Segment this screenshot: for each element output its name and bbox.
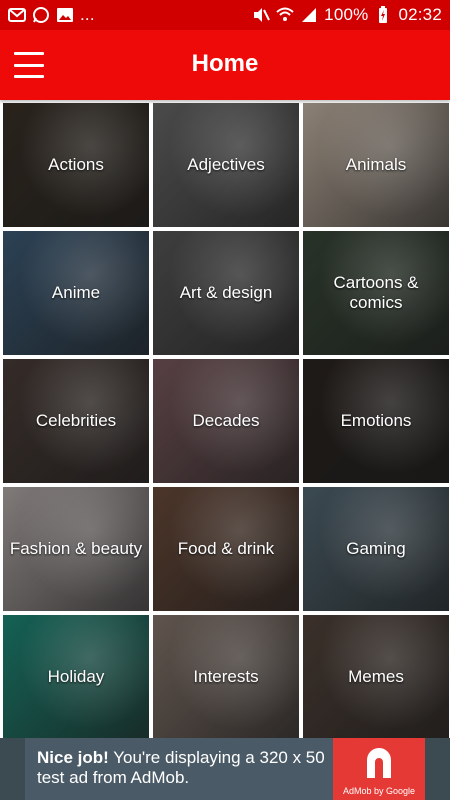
- wifi-icon: [276, 6, 294, 24]
- category-label: Decades: [192, 411, 260, 431]
- category-label: Actions: [48, 155, 104, 175]
- mute-icon: [252, 6, 271, 24]
- category-label: Anime: [51, 283, 101, 303]
- category-label: Art & design: [179, 283, 273, 303]
- category-tile[interactable]: Interests: [153, 615, 299, 739]
- category-label: Interests: [193, 667, 259, 687]
- category-tile[interactable]: Gaming: [303, 487, 449, 611]
- category-tile[interactable]: Animals: [303, 103, 449, 227]
- category-tile[interactable]: Decades: [153, 359, 299, 483]
- app-bar: Home: [0, 30, 450, 100]
- category-grid: Actions Adjectives Animals Anime Art & desig…: [0, 100, 450, 739]
- ad-logo-caption: AdMob by Google: [342, 786, 416, 796]
- status-right: 100% 02:32: [252, 5, 442, 25]
- page-title: Home: [191, 50, 259, 77]
- category-tile[interactable]: Memes: [303, 615, 449, 739]
- admob-logo-icon[interactable]: AdMob by Google: [333, 738, 425, 800]
- battery-percent: 100%: [324, 5, 369, 24]
- ad-banner[interactable]: Nice job! You're displaying a 320 x 50 t…: [0, 738, 450, 800]
- mail-icon: [8, 6, 26, 24]
- category-tile[interactable]: Adjectives: [153, 103, 299, 227]
- category-label: Fashion & beauty: [9, 539, 143, 559]
- category-label: Animals: [345, 155, 407, 175]
- status-left: ...: [8, 5, 95, 25]
- status-bar: ... 100% 02:32: [0, 0, 450, 30]
- category-label: Gaming: [346, 539, 406, 559]
- ad-content[interactable]: Nice job! You're displaying a 320 x 50 t…: [25, 738, 425, 800]
- whatsapp-icon: [32, 6, 50, 24]
- category-tile[interactable]: Holiday: [3, 615, 149, 739]
- battery-charging-icon: [374, 6, 392, 24]
- category-label: Memes: [348, 667, 404, 687]
- category-label: Adjectives: [187, 155, 265, 175]
- category-tile[interactable]: Emotions: [303, 359, 449, 483]
- ad-text[interactable]: Nice job! You're displaying a 320 x 50 t…: [25, 738, 333, 800]
- status-overflow: ...: [80, 5, 95, 24]
- category-tile[interactable]: Actions: [3, 103, 149, 227]
- category-label: Cartoons & comics: [333, 273, 419, 312]
- category-label: Food & drink: [177, 539, 275, 559]
- ad-headline: Nice job!: [37, 748, 109, 767]
- status-time: 02:32: [398, 5, 442, 24]
- gallery-icon: [56, 6, 74, 24]
- category-tile[interactable]: Cartoons & comics: [303, 231, 449, 355]
- category-tile[interactable]: Art & design: [153, 231, 299, 355]
- category-tile[interactable]: Celebrities: [3, 359, 149, 483]
- category-label: Holiday: [47, 667, 105, 687]
- category-tile[interactable]: Anime: [3, 231, 149, 355]
- category-label: Celebrities: [35, 411, 117, 431]
- signal-icon: [300, 6, 318, 24]
- category-label: Emotions: [340, 411, 412, 431]
- category-tile[interactable]: Food & drink: [153, 487, 299, 611]
- category-tile[interactable]: Fashion & beauty: [3, 487, 149, 611]
